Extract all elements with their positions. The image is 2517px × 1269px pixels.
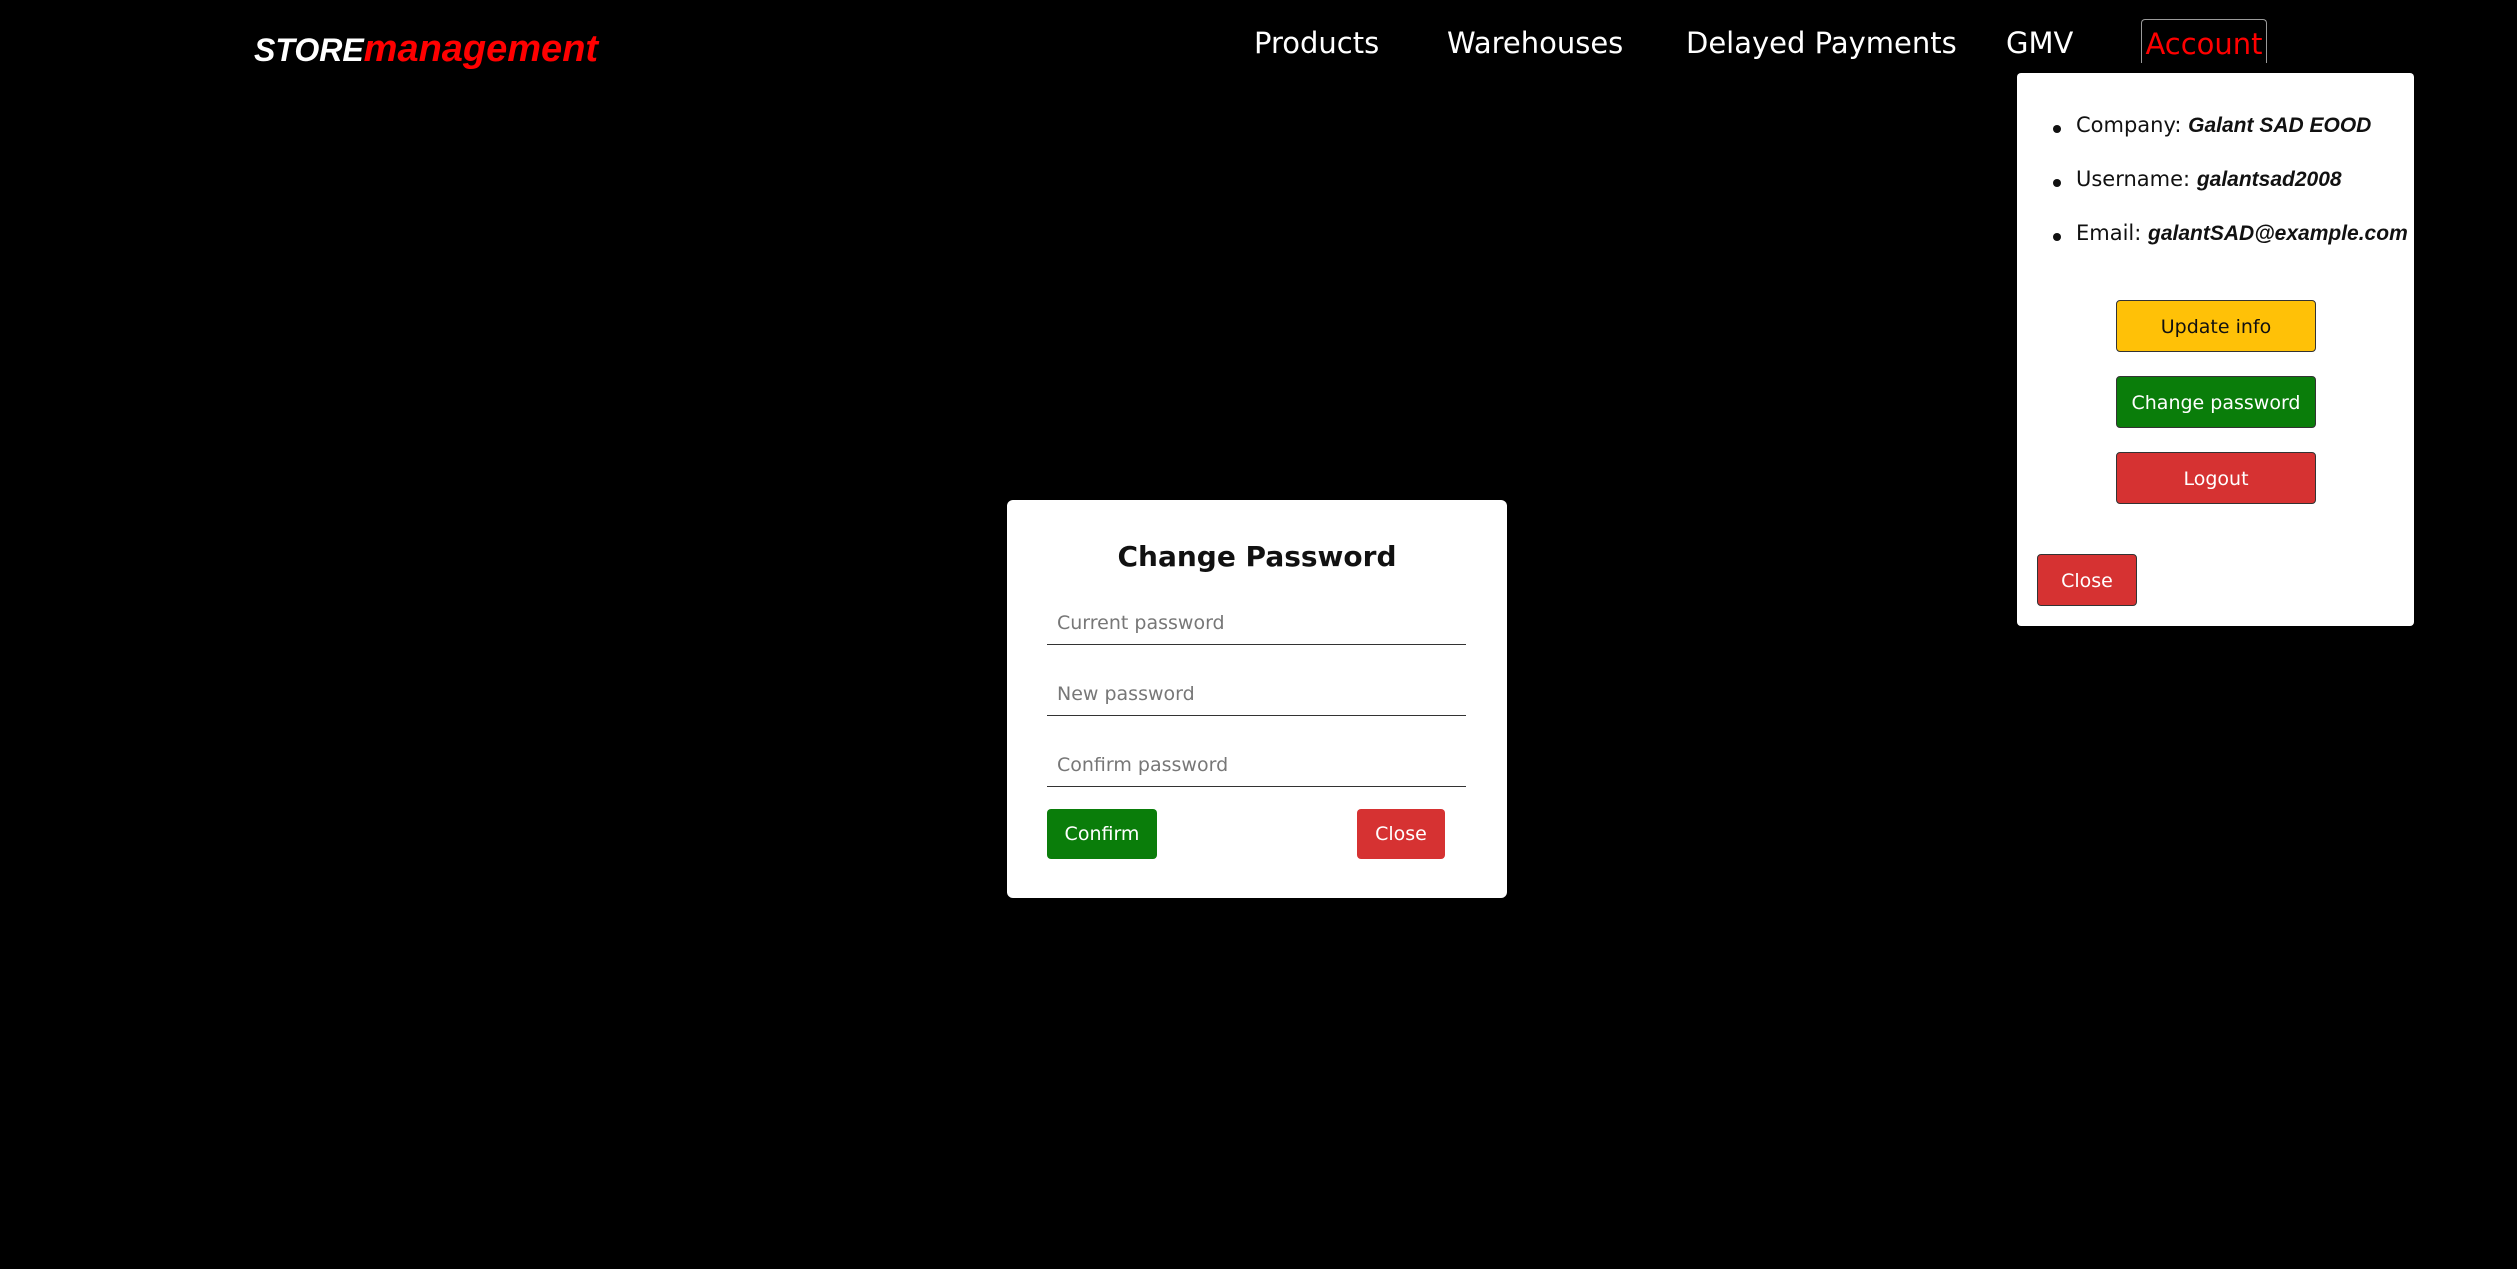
company-value: Galant SAD EOOD bbox=[2188, 114, 2372, 137]
new-password-input[interactable] bbox=[1047, 672, 1466, 716]
change-password-modal: Change Password Confirm Close bbox=[1007, 500, 1507, 898]
current-password-input[interactable] bbox=[1047, 601, 1466, 645]
logout-button[interactable]: Logout bbox=[2116, 452, 2316, 504]
account-email: Email: galantSAD@example.com bbox=[2017, 221, 2408, 275]
account-company: Company: Galant SAD EOOD bbox=[2017, 113, 2408, 167]
account-info-list: Company: Galant SAD EOOD Username: galan… bbox=[2017, 113, 2408, 275]
modal-close-button[interactable]: Close bbox=[1357, 809, 1445, 859]
change-password-button[interactable]: Change password bbox=[2116, 376, 2316, 428]
nav-gmv[interactable]: GMV bbox=[2006, 26, 2073, 60]
modal-title: Change Password bbox=[1117, 540, 1397, 573]
nav-account[interactable]: Account bbox=[2141, 19, 2267, 63]
nav-delayed-payments[interactable]: Delayed Payments bbox=[1686, 26, 1957, 60]
email-value: galantSAD@example.com bbox=[2148, 222, 2408, 245]
nav-warehouses[interactable]: Warehouses bbox=[1447, 26, 1623, 60]
username-value: galantsad2008 bbox=[2196, 168, 2342, 191]
account-panel: Company: Galant SAD EOOD Username: galan… bbox=[2017, 73, 2414, 626]
app-logo[interactable]: STOREmanagement bbox=[254, 30, 598, 68]
page: STOREmanagement Products Warehouses Dela… bbox=[0, 0, 2517, 1269]
account-username: Username: galantsad2008 bbox=[2017, 167, 2408, 221]
email-label: Email: bbox=[2076, 221, 2149, 245]
username-label: Username: bbox=[2076, 167, 2197, 191]
logo-management-text: management bbox=[363, 28, 599, 70]
logo-store-text: STORE bbox=[254, 32, 364, 68]
confirm-password-input[interactable] bbox=[1047, 743, 1466, 787]
update-info-button[interactable]: Update info bbox=[2116, 300, 2316, 352]
company-label: Company: bbox=[2076, 113, 2189, 137]
nav-products[interactable]: Products bbox=[1254, 26, 1379, 60]
confirm-button[interactable]: Confirm bbox=[1047, 809, 1157, 859]
account-close-button[interactable]: Close bbox=[2037, 554, 2137, 606]
